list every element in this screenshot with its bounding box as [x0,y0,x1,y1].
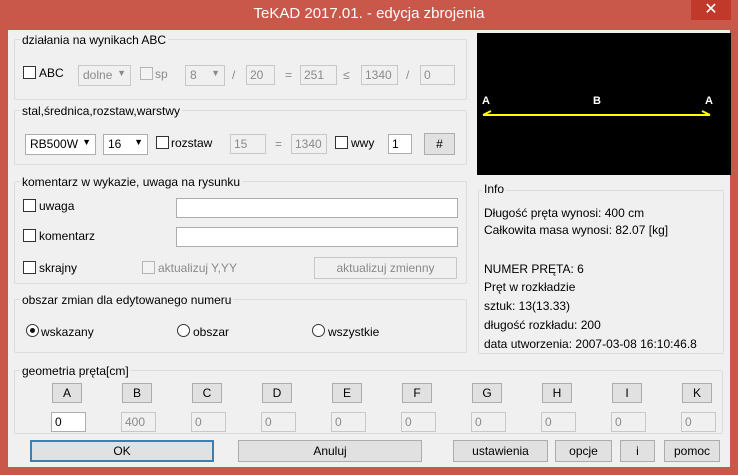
abc-checkbox[interactable] [23,66,36,79]
op-lte: ≤ [343,68,350,82]
aktualizuj-zmienny-button[interactable]: aktualizuj zmienny [314,257,457,279]
position-select[interactable]: dolne ▼ [78,65,131,86]
window-title: TeKAD 2017.01. - edycja zbrojenia [253,5,485,22]
diameter-select[interactable]: 16 ▼ [103,134,148,155]
radio-obszar[interactable] [177,324,190,337]
radio-obszar-label: obszar [193,325,230,339]
chevron-down-icon: ▼ [82,137,91,147]
info-created: data utworzenia: 2007-03-08 16:10:46.8 [484,337,697,351]
wwy-checkbox[interactable] [335,136,348,149]
scope-group-legend: obszar zmian dla edytowanego numeru [20,293,234,307]
segment-label-a-right: A [705,95,713,107]
abc-label: ABC [39,66,64,80]
geo-field-d[interactable]: 0 [261,412,296,432]
geo-field-b[interactable]: 400 [121,412,156,432]
aktualizuj-label: aktualizuj Y,YY [158,261,237,275]
geo-field-f[interactable]: 0 [401,412,436,432]
diameter-value: 16 [108,137,122,151]
radio-wskazany[interactable] [26,324,39,337]
uwaga-field[interactable] [176,198,458,218]
rozstaw-label: rozstaw [171,136,213,150]
help-button[interactable]: pomoc [664,440,720,462]
geo-field-e[interactable]: 0 [331,412,366,432]
sp-checkbox[interactable] [140,67,153,80]
info-rozklad-length: długość rozkładu: 200 [484,318,601,332]
geo-field-h[interactable]: 0 [541,412,576,432]
abc-value1-field[interactable]: 20 [246,65,275,85]
comment-group-legend: komentarz w wykazie, uwaga na rysunku [20,175,243,189]
dialog-body: działania na wynikach ABC ABC dolne ▼ sp … [8,30,731,467]
uwaga-label: uwaga [39,199,75,213]
geo-field-g[interactable]: 0 [471,412,506,432]
aktualizuj-checkbox[interactable] [142,261,155,274]
abc-group-legend: działania na wynikach ABC [20,33,169,47]
geo-label-a: A [52,383,82,403]
options-button[interactable]: opcje [555,440,612,462]
sp-label: sp [155,67,168,81]
close-button[interactable]: ✕ [691,0,731,20]
komentarz-checkbox[interactable] [23,229,36,242]
op-equals-2: = [275,137,283,151]
segment-label-b: B [593,95,601,107]
steel-grade-value: RB500W [30,137,79,151]
radio-wszystkie-label: wszystkie [328,325,380,339]
chevron-down-icon: ▼ [117,68,126,78]
steel-group-legend: stal,średnica,rozstaw,warstwy [20,104,183,118]
info-mass: Całkowita masa wynosi: 82.07 [kg] [484,223,669,237]
chevron-down-icon: ▼ [134,137,143,147]
ok-button[interactable]: OK [30,440,214,462]
geo-label-i: I [612,383,642,403]
settings-button[interactable]: ustawienia [453,440,548,462]
spacing-field[interactable]: 15 [230,134,266,154]
skrajny-checkbox[interactable] [23,261,36,274]
radio-wszystkie[interactable] [312,324,325,337]
rozstaw-checkbox[interactable] [156,136,169,149]
komentarz-field[interactable] [176,227,458,247]
op-divide-1: / [232,68,236,82]
bar-preview: A B A [477,33,731,175]
geo-field-c[interactable]: 0 [191,412,226,432]
geo-label-k: K [682,383,712,403]
geo-label-b: B [122,383,152,403]
geo-label-f: F [402,383,432,403]
steel-length-field[interactable]: 1340 [291,134,327,154]
uwaga-checkbox[interactable] [23,199,36,212]
hash-button[interactable]: # [424,133,455,155]
geometry-group-legend: geometria pręta[cm] [20,364,131,378]
number-select[interactable]: 8 ▼ [185,65,225,86]
geo-label-e: E [332,383,362,403]
info-count: sztuk: 13(13.33) [484,299,571,313]
geo-label-c: C [192,383,222,403]
position-select-value: dolne [83,68,113,82]
abc-value4-field[interactable]: 0 [420,65,455,85]
info-rozklad: Pręt w rozkładzie [484,280,576,294]
geo-field-k[interactable]: 0 [681,412,716,432]
skrajny-label: skrajny [39,261,78,275]
number-select-value: 8 [190,68,197,82]
geo-field-i[interactable]: 0 [611,412,646,432]
op-equals-1: = [285,68,293,82]
abc-value3-field[interactable]: 1340 [361,65,398,85]
geo-label-d: D [262,383,292,403]
info-group-legend: Info [482,182,507,196]
info-length: Długość pręta wynosi: 400 cm [484,206,645,220]
radio-wskazany-label: wskazany [41,325,94,339]
cancel-button[interactable]: Anuluj [238,440,422,462]
bar-preview-drawing [482,110,711,116]
geo-label-h: H [542,383,572,403]
layers-field[interactable]: 1 [388,134,412,154]
komentarz-label: komentarz [39,229,96,243]
wwy-label: wwy [351,136,375,150]
segment-label-a-left: A [482,95,490,107]
info-bar-number: NUMER PRĘTA: 6 [484,262,584,276]
op-divide-2: / [406,68,410,82]
geo-field-a[interactable]: 0 [51,412,86,432]
chevron-down-icon: ▼ [211,68,220,78]
geo-label-g: G [472,383,502,403]
abc-value2-field[interactable]: 251 [300,65,337,85]
steel-grade-select[interactable]: RB500W ▼ [25,134,96,155]
info-button[interactable]: i [620,440,655,462]
